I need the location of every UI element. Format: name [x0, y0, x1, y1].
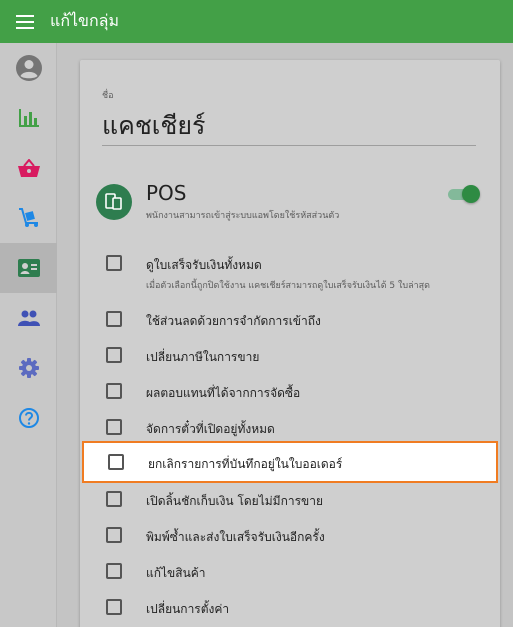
name-field-label: ชื่อ — [102, 91, 114, 101]
permission-checkbox[interactable] — [106, 599, 122, 615]
permission-row[interactable]: พิมพ์ซ้ำและส่งใบเสร็จรับเงินอีกครั้ง — [80, 517, 500, 551]
sidebar-item-inventory[interactable] — [0, 193, 57, 243]
permission-checkbox[interactable] — [106, 491, 122, 507]
permission-label: พิมพ์ซ้ำและส่งใบเสร็จรับเงินอีกครั้ง — [146, 530, 325, 544]
permission-label: เปิดลิ้นชักเก็บเงิน โดยไม่มีการขาย — [146, 494, 323, 508]
top-app-bar: แก้ไขกลุ่ม — [0, 0, 513, 43]
pos-section-description: พนักงานสามารถเข้าสู่ระบบแอพโดยใช้รหัสส่ว… — [146, 211, 340, 221]
permission-row[interactable]: แก้ไขสินค้า — [80, 553, 500, 587]
permission-row[interactable]: ผลตอบแทนที่ได้จากการจัดซื้อ — [80, 373, 500, 407]
account-circle-icon — [15, 55, 42, 81]
badge-card-icon — [17, 259, 40, 277]
permission-row-highlighted[interactable]: ยกเลิกรายการที่บันทึกอยู่ในใบออเดอร์ — [82, 441, 498, 483]
dolly-icon — [18, 208, 38, 227]
permission-checkbox[interactable] — [106, 383, 122, 399]
sidebar-item-account[interactable] — [0, 43, 57, 93]
hamburger-menu-icon[interactable] — [0, 0, 50, 43]
permission-checkbox[interactable] — [106, 563, 122, 579]
main-content: ชื่อ แคชเชียร์ POS พนักงานสามารถเข้าสู่ร… — [57, 43, 513, 627]
sidebar-item-sales[interactable] — [0, 143, 57, 193]
permission-checkbox[interactable] — [106, 347, 122, 363]
pos-devices-icon — [96, 184, 132, 220]
permission-label: เปลี่ยนการตั้งค่า — [146, 602, 230, 616]
people-icon — [17, 310, 40, 326]
name-field-underline — [102, 145, 476, 146]
permission-checkbox[interactable] — [108, 454, 124, 470]
pos-section-title: POS — [146, 181, 187, 205]
permission-label: ผลตอบแทนที่ได้จากการจัดซื้อ — [146, 386, 301, 400]
sidebar-item-employees[interactable] — [0, 243, 57, 293]
gear-icon — [18, 358, 39, 378]
permission-checkbox[interactable] — [106, 255, 122, 271]
permission-sublabel: เมื่อตัวเลือกนี้ถูกปิดใช้งาน แคชเชียร์สา… — [146, 281, 431, 291]
shopping-basket-icon — [17, 159, 40, 177]
sidebar-item-reports[interactable] — [0, 93, 57, 143]
permission-row[interactable]: ใช้ส่วนลดด้วยการจำกัดการเข้าถึง — [80, 301, 500, 335]
permission-label: เปลี่ยนภาษีในการขาย — [146, 350, 260, 364]
name-field[interactable]: แคชเชียร์ — [102, 106, 205, 146]
permission-label: ดูใบเสร็จรับเงินทั้งหมด — [146, 258, 262, 272]
help-icon — [18, 408, 39, 428]
page-title: แก้ไขกลุ่ม — [50, 11, 120, 30]
permission-checkbox[interactable] — [106, 419, 122, 435]
sidebar-item-settings[interactable] — [0, 343, 57, 393]
permission-label: จัดการตั๋วที่เปิดอยู่ทั้งหมด — [146, 422, 275, 436]
permission-label: ยกเลิกรายการที่บันทึกอยู่ในใบออเดอร์ — [148, 457, 343, 471]
edit-group-card: ชื่อ แคชเชียร์ POS พนักงานสามารถเข้าสู่ร… — [80, 60, 500, 627]
sidebar-item-customers[interactable] — [0, 293, 57, 343]
permission-label: แก้ไขสินค้า — [146, 566, 206, 580]
pos-toggle-switch[interactable] — [448, 185, 480, 203]
permission-checkbox[interactable] — [106, 311, 122, 327]
sidebar-item-help[interactable] — [0, 393, 57, 443]
permission-row[interactable]: จัดการตั๋วที่เปิดอยู่ทั้งหมด — [80, 409, 500, 443]
permission-row[interactable]: เปลี่ยนภาษีในการขาย — [80, 337, 500, 371]
permission-checkbox[interactable] — [106, 527, 122, 543]
permission-row[interactable]: เปิดลิ้นชักเก็บเงิน โดยไม่มีการขาย — [80, 481, 500, 515]
permission-row[interactable]: เปลี่ยนการตั้งค่า — [80, 589, 500, 623]
permission-label: ใช้ส่วนลดด้วยการจำกัดการเข้าถึง — [146, 314, 321, 328]
permission-row[interactable]: ดูใบเสร็จรับเงินทั้งหมด เมื่อตัวเลือกนี้… — [80, 245, 500, 291]
sidebar — [0, 43, 57, 627]
bar-chart-icon — [18, 109, 39, 127]
